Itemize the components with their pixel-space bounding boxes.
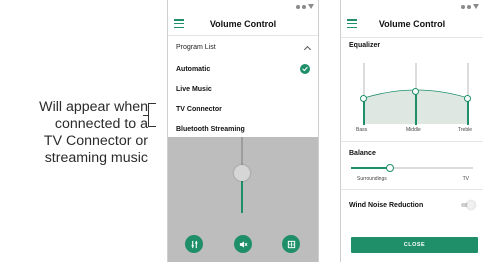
bass-slider-handle[interactable]	[360, 95, 367, 102]
menu-icon[interactable]	[174, 19, 184, 28]
tv-label: TV	[462, 176, 469, 182]
program-item-label: Automatic	[176, 65, 211, 73]
page-title: Volume Control	[209, 19, 277, 29]
annotation-line: TV Connector or	[43, 133, 148, 149]
program-item-live-music[interactable]: Live Music	[168, 79, 318, 99]
volume-track-fill	[241, 181, 243, 213]
bass-slider-fill	[363, 98, 365, 125]
wind-noise-toggle[interactable]	[461, 201, 475, 209]
annotation-line: connected to a	[54, 116, 148, 132]
equalizer-labels: Bass Middle Treble	[341, 127, 483, 137]
divider	[341, 189, 483, 190]
battery-icon	[302, 4, 306, 9]
close-button[interactable]: CLOSE	[351, 237, 478, 253]
program-item-tv-connector[interactable]: TV Connector	[168, 99, 318, 119]
battery-icon	[467, 4, 471, 9]
status-bar	[168, 0, 318, 13]
equalizer-panel	[347, 53, 477, 127]
sound-settings-screen: Volume Control Equalizer Bass Middle Tre…	[340, 0, 483, 262]
treble-label: Treble	[458, 127, 472, 133]
app-bar: Volume Control	[341, 13, 483, 35]
annotation-line: Will appear when	[39, 99, 148, 115]
program-item-label: TV Connector	[176, 105, 222, 113]
menu-icon[interactable]	[347, 19, 357, 28]
wind-noise-label: Wind Noise Reduction	[349, 201, 424, 209]
bass-label: Bass	[356, 127, 368, 133]
program-item-label: Live Music	[176, 85, 212, 93]
program-item-automatic[interactable]: Automatic	[168, 59, 318, 79]
program-item-label: Bluetooth Streaming	[176, 125, 245, 133]
program-list-label: Program List	[176, 44, 216, 51]
balance-labels: Surroundings TV	[351, 175, 473, 185]
annotation-callout: Will appear when connected to a TV Conne…	[0, 99, 148, 167]
balance-fill	[351, 167, 389, 169]
status-bar	[341, 0, 483, 13]
page-title: Volume Control	[378, 19, 446, 29]
signal-icon	[296, 4, 300, 9]
surroundings-label: Surroundings	[357, 176, 387, 182]
wifi-icon	[473, 4, 479, 9]
treble-slider-handle[interactable]	[464, 95, 471, 102]
check-icon	[300, 64, 310, 74]
equalizer-button[interactable]	[185, 235, 203, 253]
divider	[341, 141, 483, 142]
program-item-bluetooth-streaming[interactable]: Bluetooth Streaming	[168, 119, 318, 139]
volume-panel	[168, 137, 318, 262]
program-button[interactable]	[282, 235, 300, 253]
annotation-line: streaming music	[44, 150, 148, 166]
middle-slider-fill	[415, 91, 417, 125]
program-icon	[287, 240, 295, 248]
balance-slider-handle[interactable]	[386, 164, 394, 172]
app-bar: Volume Control	[168, 13, 318, 35]
chevron-up-icon	[303, 45, 312, 53]
annotation-bracket	[148, 103, 156, 127]
middle-slider-handle[interactable]	[412, 88, 419, 95]
mute-icon	[239, 240, 247, 248]
signal-icon	[461, 4, 465, 9]
program-list-header[interactable]: Program List	[168, 35, 318, 59]
equalizer-icon	[191, 240, 197, 248]
volume-slider-handle[interactable]	[234, 165, 250, 181]
volume-control-screen: Volume Control Program List Automatic Li…	[167, 0, 319, 262]
middle-label: Middle	[406, 127, 421, 133]
treble-slider-fill	[467, 98, 469, 125]
balance-slider[interactable]	[351, 161, 473, 175]
balance-title: Balance	[349, 150, 376, 157]
equalizer-title: Equalizer	[349, 42, 381, 49]
mute-button[interactable]	[234, 235, 252, 253]
wifi-icon	[308, 4, 314, 9]
wind-noise-row: Wind Noise Reduction	[341, 194, 483, 216]
